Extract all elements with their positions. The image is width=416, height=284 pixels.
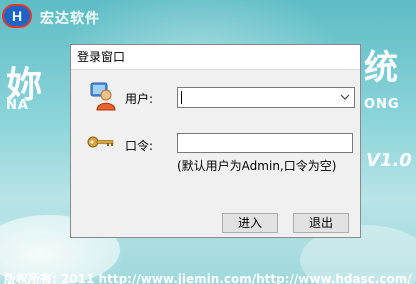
company-name: 宏达软件 <box>40 11 100 27</box>
splash-title-right: 统 <box>364 48 398 88</box>
user-dropdown[interactable] <box>177 87 355 108</box>
user-icon <box>90 82 116 111</box>
password-label: 口令: <box>125 139 154 153</box>
dialog-title: 登录窗口 <box>71 45 360 70</box>
default-credentials-hint: (默认用户为Admin,口令为空) <box>177 159 337 173</box>
chevron-down-icon[interactable] <box>340 92 350 102</box>
copyright-footer: 版权所有: 2011 http://www.jiemin.com/http://… <box>4 272 412 284</box>
splash-subtitle-left: NA <box>6 98 29 113</box>
exit-button[interactable]: 退出 <box>293 213 349 233</box>
splash-subtitle-right: ONG <box>364 97 400 112</box>
company-logo: H <box>2 4 32 28</box>
login-dialog: 登录窗口 用户: 口令: (默认用户为Admin,口令为空) 进入 退出 <box>70 44 361 238</box>
password-input[interactable] <box>177 133 353 153</box>
login-button[interactable]: 进入 <box>222 213 278 233</box>
text-caret <box>181 91 182 104</box>
key-icon <box>87 136 114 148</box>
user-label: 用户: <box>125 92 154 106</box>
version-label: V1.0 <box>366 150 412 171</box>
